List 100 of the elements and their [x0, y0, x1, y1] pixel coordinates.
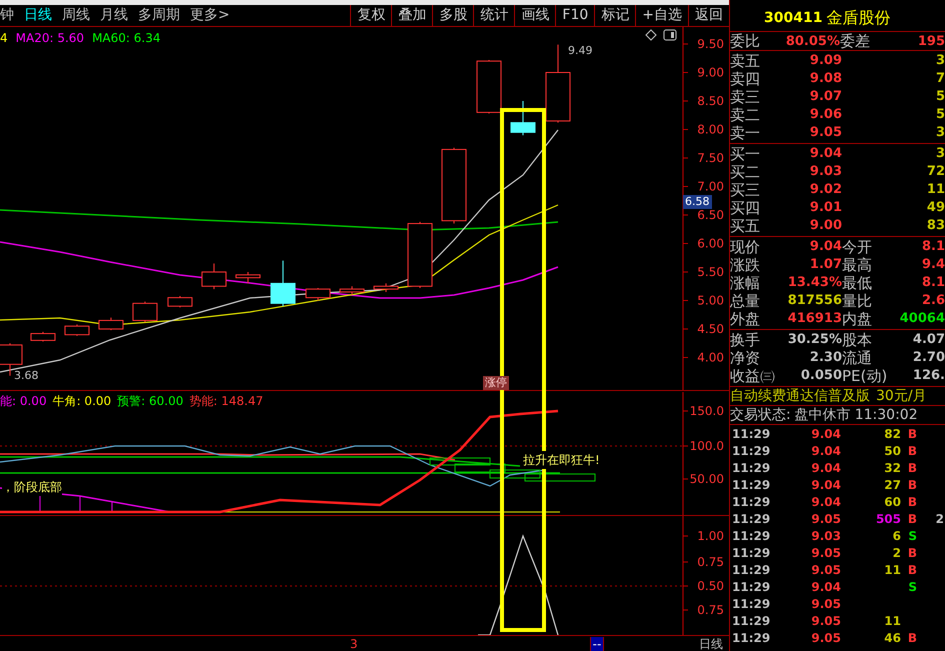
- trade-price: 9.05: [810, 613, 841, 630]
- candlestick: [476, 59, 502, 114]
- order-level-label: 买五: [730, 217, 761, 235]
- toolbar-button[interactable]: F10: [555, 5, 594, 26]
- field-label: 今开: [842, 238, 873, 256]
- trade-volume: 505: [874, 511, 901, 528]
- field-value: 4.07: [912, 331, 945, 349]
- order-level-label: 买三: [730, 181, 761, 199]
- toolbar-button[interactable]: 标记: [594, 5, 636, 26]
- price-axis-label: 4.50: [697, 322, 724, 336]
- order-level-label: 卖五: [730, 52, 761, 70]
- field-label: 总量: [730, 292, 761, 310]
- field-value: 13.43%: [786, 274, 842, 292]
- candlestick: [202, 262, 226, 290]
- scroll-box[interactable]: --: [590, 636, 604, 650]
- trade-price: 9.04: [810, 579, 841, 596]
- trade-side: B: [906, 630, 917, 647]
- price-axis-label: 7.50: [697, 151, 724, 165]
- order-price: 9.01: [808, 199, 842, 217]
- field-value: 30.25%: [786, 331, 842, 349]
- price-axis-label: 8.00: [697, 122, 724, 136]
- period-tab[interactable]: 多周期: [138, 5, 180, 26]
- legend-value: MA20: 5.60: [16, 30, 84, 47]
- legend-value: 势能: 148.47: [189, 393, 264, 410]
- trade-side: S: [907, 579, 917, 596]
- toolbar-button[interactable]: 复权: [350, 5, 392, 26]
- price-axis-label: 8.50: [697, 94, 724, 108]
- order-volume: 3: [934, 52, 945, 70]
- field-value: 2.30: [808, 349, 842, 367]
- period-tab[interactable]: 钟: [0, 5, 14, 26]
- period-tab[interactable]: 周线: [62, 5, 90, 26]
- order-price: 9.00: [808, 217, 842, 235]
- candlestick: [340, 286, 364, 296]
- field-value: 40064: [898, 310, 945, 328]
- candlestick: [510, 100, 536, 136]
- order-level-label: 买二: [730, 163, 761, 181]
- indicator-axis-label: 100.0: [690, 439, 724, 453]
- trade-side: B: [906, 562, 917, 579]
- order-volume: 5: [934, 88, 945, 106]
- toolbar-button[interactable]: +自选: [635, 5, 688, 26]
- lower-axis-label: 0.75: [697, 603, 724, 617]
- order-volume: 83: [926, 217, 945, 235]
- diamond-icon[interactable]: [645, 29, 657, 41]
- trade-side: B: [906, 494, 917, 511]
- order-level-label: 买四: [730, 199, 761, 217]
- candlestick: [132, 301, 158, 323]
- field-value: 8.1: [920, 238, 945, 256]
- order-price: 9.07: [808, 88, 842, 106]
- signal-text: 拉升在即狂牛!: [523, 451, 600, 469]
- field-value: 9.04: [808, 238, 842, 256]
- order-level-label: 卖四: [730, 70, 761, 88]
- candlestick: [236, 272, 260, 284]
- field-label: 委比: [730, 32, 761, 51]
- toolbar-button[interactable]: 返回: [688, 5, 729, 26]
- order-level-label: 卖二: [730, 106, 761, 124]
- toolbar-button[interactable]: 画线: [514, 5, 556, 26]
- date-marker: 3: [350, 636, 358, 651]
- field-label: 内盘: [842, 310, 873, 328]
- order-volume: 49: [926, 199, 945, 217]
- trade-side: B: [906, 460, 917, 477]
- legend-value: 牛角: 0.00: [52, 393, 112, 410]
- field-label: 现价: [730, 238, 761, 256]
- trade-price: 9.04: [810, 477, 841, 494]
- field-value: 2.6: [920, 292, 945, 310]
- trade-side: S: [907, 528, 917, 545]
- order-price: 9.03: [808, 163, 842, 181]
- period-tab[interactable]: 日线: [24, 5, 52, 26]
- trade-volume: 82: [883, 426, 901, 443]
- price-axis-label: 7.00: [697, 180, 724, 194]
- field-label: 委差: [840, 32, 871, 51]
- status-time: 11:30:02: [854, 406, 918, 424]
- period-label: 日线: [699, 636, 723, 651]
- period-tab[interactable]: 更多>: [190, 5, 230, 26]
- field-value: 8.1: [920, 274, 945, 292]
- candlestick: [64, 324, 90, 336]
- trade-price: 9.05: [810, 630, 841, 647]
- toolbar-button[interactable]: 叠加: [391, 5, 432, 26]
- status-label: 交易状态:: [730, 406, 791, 424]
- toolbar-button[interactable]: 统计: [473, 5, 514, 26]
- price-axis-label: 4.00: [697, 350, 724, 364]
- field-label: 净资: [730, 349, 761, 367]
- indicator-axis-label: 50.00: [690, 472, 724, 486]
- legend-value: 能: 0.00: [0, 393, 47, 410]
- period-tab[interactable]: 月线: [100, 5, 128, 26]
- trade-volume: 46: [883, 630, 901, 647]
- trade-price: 9.04: [810, 494, 841, 511]
- order-price: 9.06: [808, 106, 842, 124]
- order-level-label: 卖三: [730, 88, 761, 106]
- candlestick: [30, 331, 56, 342]
- order-level-label: 卖一: [730, 124, 761, 142]
- trade-side: B: [906, 443, 917, 460]
- lower-axis-label: 0.50: [697, 579, 724, 593]
- field-value: 817556: [786, 292, 842, 310]
- field-label: 流通: [842, 349, 873, 367]
- panel-toggle-icon[interactable]: [663, 29, 677, 41]
- trade-price: 9.05: [810, 562, 841, 579]
- toolbar-button[interactable]: 多股: [432, 5, 474, 26]
- trade-volume: 60: [883, 494, 901, 511]
- trade-side: B: [906, 477, 917, 494]
- field-value: 9.4: [920, 256, 945, 274]
